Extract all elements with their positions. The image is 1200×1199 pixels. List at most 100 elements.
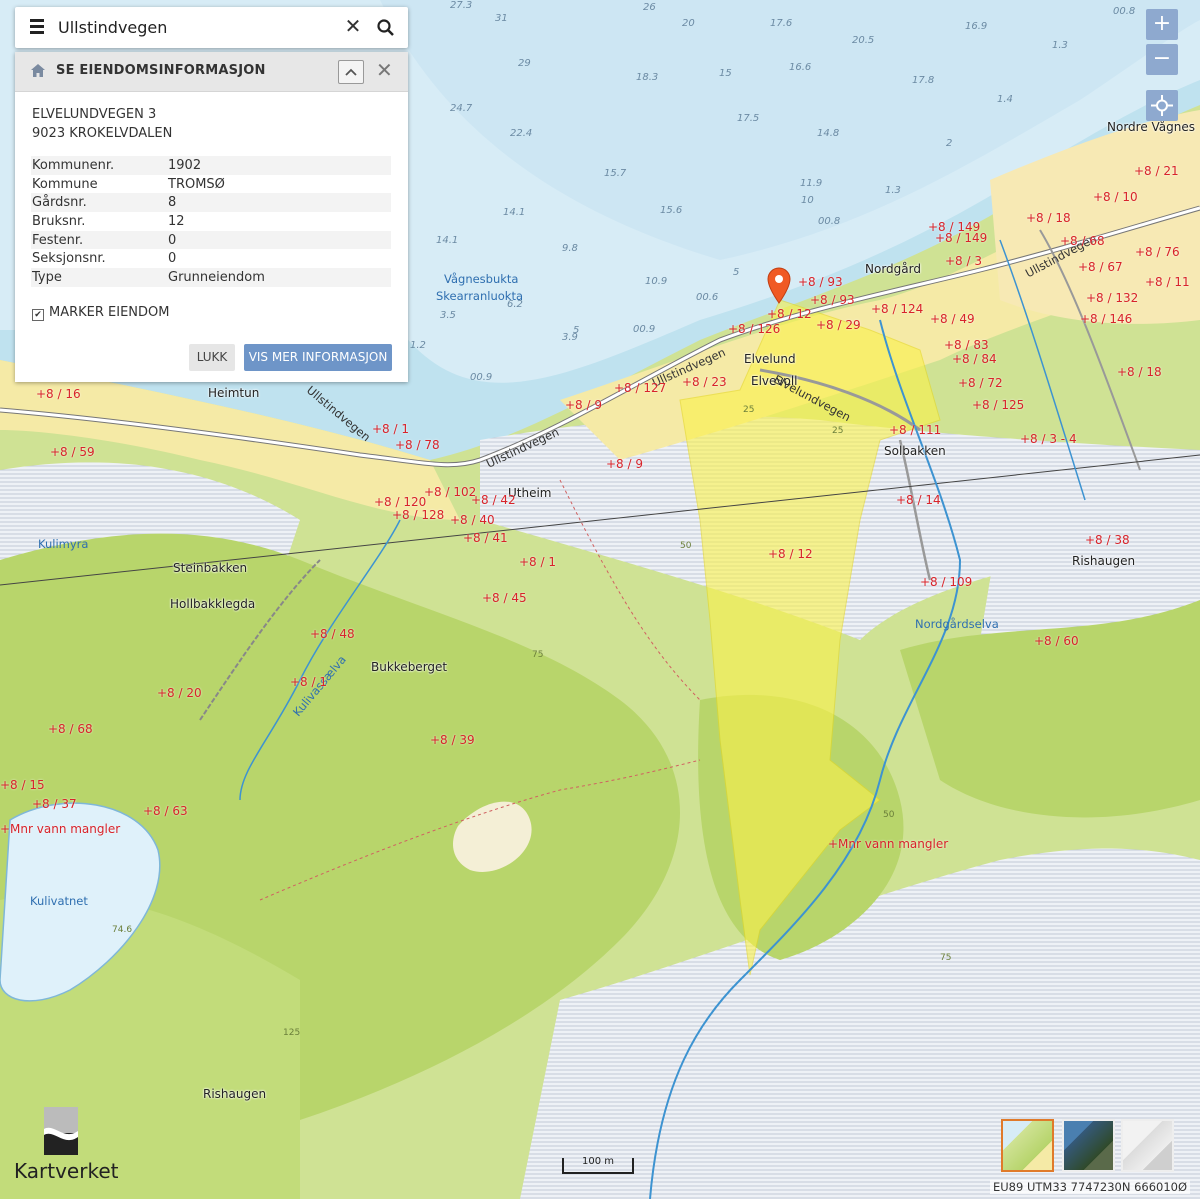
place-label: Rishaugen <box>203 1087 267 1101</box>
property-label: +Mnr vann mangler <box>0 822 121 836</box>
property-label: +8 / 18 <box>1026 211 1071 225</box>
property-label: +8 / 93 <box>798 275 843 289</box>
property-label: +8 / 23 <box>682 375 727 389</box>
basemap-topo-thumbnail[interactable] <box>1001 1119 1054 1172</box>
property-label: +8 / 37 <box>32 797 77 811</box>
property-value: 8 <box>167 193 391 213</box>
contour-label: 50 <box>680 541 692 551</box>
property-label: +8 / 111 <box>889 423 942 437</box>
property-label: +8 / 78 <box>395 438 440 452</box>
contour-label: 75 <box>940 953 952 963</box>
depth-label: 15 <box>719 68 732 79</box>
place-label: Steinbakken <box>173 561 248 575</box>
place-label: Nordgård <box>865 262 921 276</box>
property-label: +8 / 38 <box>1085 533 1130 547</box>
depth-label: 00.6 <box>696 292 719 303</box>
depth-label: 00.9 <box>470 372 493 383</box>
locate-button[interactable] <box>1146 90 1178 121</box>
zoom-in-button[interactable]: + <box>1146 9 1178 40</box>
place-label: Elvelund <box>744 352 796 366</box>
depth-label: 1.3 <box>1052 40 1068 51</box>
property-label: +8 / 72 <box>958 376 1003 390</box>
kartverket-logo: Kartverket <box>14 1107 118 1183</box>
depth-label: 10 <box>801 195 814 206</box>
property-label: +8 / 3 - 4 <box>1020 432 1077 446</box>
depth-label: 20.5 <box>852 35 875 46</box>
depth-label: 6.2 <box>507 299 523 310</box>
clear-search-icon[interactable]: ✕ <box>342 15 364 37</box>
property-key: Festenr. <box>31 230 167 250</box>
property-label: +8 / 149 <box>935 231 988 245</box>
depth-label: 00.8 <box>818 216 841 227</box>
property-label: +8 / 15 <box>0 778 45 792</box>
water-label: Kulivatnet <box>30 894 88 908</box>
property-label: +8 / 39 <box>430 733 475 747</box>
property-row: Type Grunneiendom <box>31 268 391 287</box>
property-value: 0 <box>168 251 177 267</box>
property-key: Type <box>31 268 167 287</box>
checkbox-check-icon[interactable]: ✔ <box>32 309 44 321</box>
basemap-aerial-thumbnail[interactable] <box>1062 1119 1115 1172</box>
marker-eiendom-checkbox[interactable]: ✔ MARKER EIENDOM <box>32 305 170 321</box>
property-label: +8 / 125 <box>972 398 1025 412</box>
place-label: Hollbakklegda <box>170 597 256 611</box>
property-label: +8 / 16 <box>36 387 81 401</box>
property-label: +8 / 1 <box>372 422 409 436</box>
property-label: +8 / 126 <box>728 322 781 336</box>
basemap-grey-thumbnail[interactable] <box>1121 1119 1174 1172</box>
more-info-button[interactable]: VIS MER INFORMASJON <box>244 344 392 371</box>
contour-label: 25 <box>832 426 844 436</box>
close-panel-icon[interactable]: ✕ <box>376 58 393 82</box>
property-label: +8 / 93 <box>810 293 855 307</box>
zoom-out-button[interactable]: − <box>1146 44 1178 75</box>
property-value: TROMSØ <box>168 176 225 192</box>
water-label: Kulimyra <box>38 537 89 551</box>
property-value: 0 <box>167 230 391 250</box>
property-row: Kommune TROMSØ <box>31 175 391 194</box>
menu-icon[interactable] <box>30 19 44 35</box>
water-label: Nordgårdselva <box>915 617 999 631</box>
place-label: Bukkeberget <box>371 660 448 674</box>
depth-label: 14.8 <box>817 128 840 139</box>
search-input[interactable]: Ullstindvegen <box>58 18 167 37</box>
property-label: +8 / 60 <box>1034 634 1079 648</box>
property-label: +8 / 9 <box>565 398 602 412</box>
address-postal: 9023 KROKELVDALEN <box>32 126 173 141</box>
property-key: Kommunenr. <box>31 156 167 175</box>
property-row: Festenr. 0 <box>31 230 391 250</box>
property-label: +8 / 68 <box>1060 234 1105 248</box>
search-icon[interactable] <box>375 17 397 39</box>
collapse-button[interactable] <box>338 60 364 84</box>
property-row: Seksjonsnr. 0 <box>31 249 391 268</box>
property-label: +8 / 76 <box>1135 245 1180 259</box>
property-value: 12 <box>168 213 185 229</box>
property-label: +8 / 63 <box>143 804 188 818</box>
property-key: Bruksnr. <box>32 213 86 229</box>
property-label: +8 / 3 <box>945 254 982 268</box>
depth-label: 9.8 <box>562 243 578 254</box>
contour-label: 75 <box>532 650 544 660</box>
property-value: 1902 <box>167 156 391 175</box>
property-label: +8 / 18 <box>1117 365 1162 379</box>
depth-label: 29 <box>518 58 531 69</box>
property-row: Gårdsnr. 8 <box>31 193 391 213</box>
depth-label: 17.8 <box>912 75 935 86</box>
depth-label: 5 <box>733 267 740 278</box>
depth-label: 17.6 <box>770 18 793 29</box>
property-label: +8 / 83 <box>944 338 989 352</box>
property-label: +8 / 12 <box>767 307 812 321</box>
property-label: +8 / 48 <box>310 627 355 641</box>
property-key: Kommune <box>32 176 98 192</box>
scale-bar: 100 m <box>562 1156 634 1174</box>
property-key: Gårdsnr. <box>31 193 167 213</box>
property-label: +8 / 40 <box>450 513 495 527</box>
property-label: +8 / 42 <box>471 493 516 507</box>
depth-label: 2 <box>946 138 953 149</box>
property-label: +8 / 102 <box>424 485 477 499</box>
search-bar: Ullstindvegen ✕ <box>15 7 408 48</box>
chevron-up-icon <box>345 68 357 76</box>
property-label: +8 / 20 <box>157 686 202 700</box>
close-button[interactable]: LUKK <box>189 344 235 371</box>
property-label: +8 / 14 <box>896 493 941 507</box>
place-label: Solbakken <box>884 444 946 458</box>
